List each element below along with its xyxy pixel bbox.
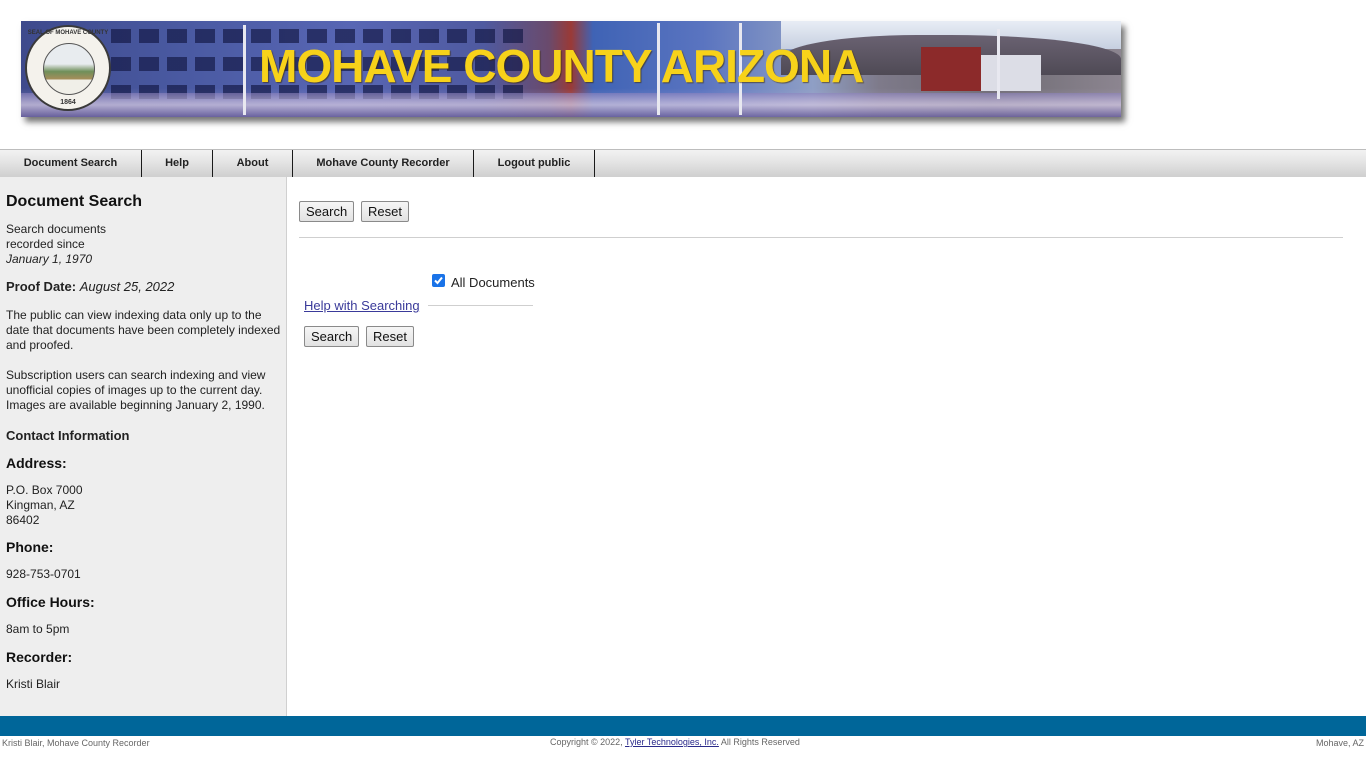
intro-date: January 1, 1970 [6,252,93,266]
address-line-1: P.O. Box 7000 [6,483,83,497]
banner-reflection [21,93,1121,117]
address-heading: Address: [6,455,67,471]
light-pole [997,29,1000,99]
elk-icon [43,43,95,95]
copyright-prefix: Copyright © 2022, [550,737,626,747]
hours-heading: Office Hours: [6,594,95,610]
seal-top-text: SEAL OF MOHAVE COUNTY [27,30,109,36]
banner-red-building [921,47,981,91]
banner-white-building [981,55,1041,91]
main-nav: Document Search Help About Mohave County… [0,149,1366,177]
footer-copyright: Copyright © 2022, Tyler Technologies, In… [550,737,800,747]
divider [299,237,1343,238]
footer-recorder: Kristi Blair, Mohave County Recorder [2,738,150,748]
nav-document-search[interactable]: Document Search [0,150,142,177]
public-note: The public can view indexing data only u… [6,308,281,352]
contact-heading: Contact Information [6,428,130,443]
intro-line-2: recorded since [6,237,85,251]
phone-heading: Phone: [6,539,54,555]
reset-button-top[interactable]: Reset [361,201,409,222]
light-pole [243,25,246,115]
footer-location: Mohave, AZ [1315,738,1364,748]
subscription-note: Subscription users can search indexing a… [6,368,266,412]
nav-about[interactable]: About [213,150,293,177]
all-documents-checkbox[interactable] [432,274,445,287]
recorder-heading: Recorder: [6,649,73,665]
seal-year: 1864 [60,99,76,106]
copyright-suffix: All Rights Reserved [718,737,800,747]
sidebar: Document Search Search documents recorde… [0,177,287,716]
proof-date-value: August 25, 2022 [79,279,175,294]
proof-date-label: Proof Date: [6,279,77,294]
office-hours: 8am to 5pm [6,622,70,636]
address-line-3: 86402 [6,513,40,527]
county-seal-logo: SEAL OF MOHAVE COUNTY 1864 [25,25,111,111]
recorder-name: Kristi Blair [6,677,61,691]
header-banner: SEAL OF MOHAVE COUNTY 1864 MOHAVE COUNTY… [21,21,1121,117]
nav-mohave-county-recorder[interactable]: Mohave County Recorder [293,150,474,177]
footer-bar [0,716,1366,736]
proof-date-row: Proof Date: August 25, 2022 [6,279,280,294]
checkmark-icon [434,276,443,285]
intro-line-1: Search documents [6,222,107,236]
sidebar-title: Document Search [6,193,143,210]
search-button-bottom[interactable]: Search [304,326,360,347]
nav-help[interactable]: Help [142,150,213,177]
banner-title: MOHAVE COUNTY ARIZONA [259,40,864,92]
address-line-2: Kingman, AZ [6,498,75,512]
nav-logout[interactable]: Logout public [474,150,595,177]
help-with-searching-link[interactable]: Help with Searching [304,298,420,313]
search-button-top[interactable]: Search [299,201,355,222]
tyler-technologies-link[interactable]: Tyler Technologies, Inc. [625,737,719,747]
divider [428,305,533,306]
phone-number: 928-753-0701 [6,567,81,581]
reset-button-bottom[interactable]: Reset [366,326,414,347]
all-documents-label: All Documents [451,275,535,290]
